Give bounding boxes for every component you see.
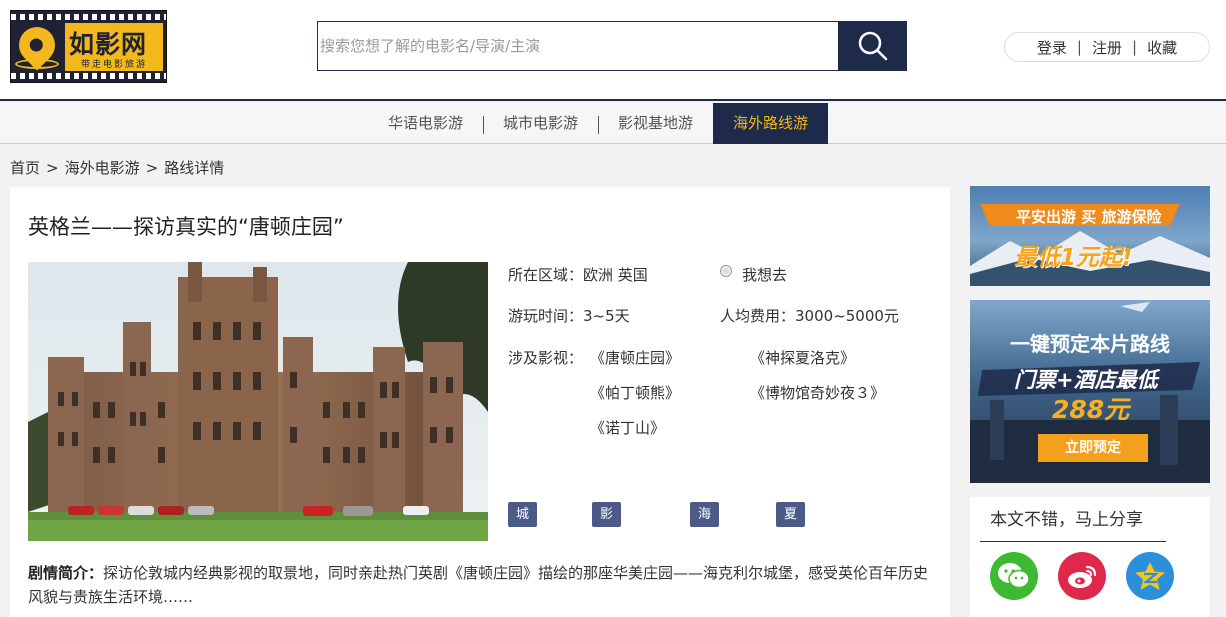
duration-value: 3~5天 <box>583 307 630 325</box>
region-label: 所在区域： <box>508 266 584 284</box>
synopsis-text: 探访伦敦城内经典影视的取景地，同时亲赴热门英剧《唐顿庄园》描绘的那座华美庄园——… <box>28 564 929 606</box>
duration-label: 游玩时间： <box>508 307 584 325</box>
wechat-share-button[interactable] <box>990 552 1038 600</box>
breadcrumb-separator: > <box>46 159 59 177</box>
film-strip-decoration <box>11 14 166 20</box>
book-now-button[interactable]: 立即预定 <box>1038 434 1148 462</box>
tag[interactable]: 夏季最佳 <box>776 502 806 597</box>
wechat-icon <box>998 563 1030 589</box>
insurance-ad-line1: 平安出游 买 旅游保险 <box>1016 208 1162 226</box>
breadcrumb-section[interactable]: 海外电影游 <box>65 159 140 177</box>
nav-item-chinese-films[interactable]: 华语电影游 <box>368 103 483 144</box>
main-nav: 华语电影游 城市电影游 影视基地游 海外路线游 <box>0 103 1226 144</box>
synopsis-label: 剧情简介： <box>28 564 104 582</box>
route-detail-card: 英格兰——探访真实的“唐顿庄园” 所在区域：欧洲 英国 我想去 游玩时间：3~5… <box>10 187 950 617</box>
weibo-icon <box>1068 565 1097 588</box>
nav-item-overseas-routes[interactable]: 海外路线游 <box>713 103 829 144</box>
region-value: 欧洲 英国 <box>583 266 648 284</box>
breadcrumb-separator: > <box>145 159 159 177</box>
search-input[interactable] <box>317 21 839 71</box>
breadcrumb-home[interactable]: 首页 <box>10 159 40 177</box>
films-label: 涉及影视： <box>508 349 584 367</box>
film-link[interactable]: 《诺丁山》 <box>590 417 665 438</box>
breadcrumb: 首页 > 海外电影游 > 路线详情 <box>10 157 224 178</box>
route-title: 英格兰——探访真实的“唐顿庄园” <box>28 215 344 239</box>
film-link[interactable]: 《帕丁顿熊》 <box>590 382 680 403</box>
login-link[interactable]: 登录 <box>1027 37 1077 58</box>
cost-label: 人均费用： <box>720 307 796 325</box>
site-logo[interactable]: 如影网 带走电影旅游 <box>10 10 167 83</box>
insurance-ad-line2: 最低1元起! <box>1014 245 1133 271</box>
qzone-share-button[interactable] <box>1126 552 1174 600</box>
register-link[interactable]: 注册 <box>1082 37 1132 58</box>
booking-ad-line1: 一键预定本片路线 <box>1010 332 1170 356</box>
want-go-label[interactable]: 我想去 <box>742 264 787 285</box>
tag[interactable]: 影视基地 <box>592 502 622 597</box>
search-button[interactable] <box>838 21 907 71</box>
qzone-icon <box>1135 562 1165 590</box>
booking-ad-price: 288元 <box>1052 395 1130 424</box>
film-link[interactable]: 《唐顿庄园》 <box>590 347 680 368</box>
synopsis: 剧情简介：探访伦敦城内经典影视的取景地，同时亲赴热门英剧《唐顿庄园》描绘的那座华… <box>28 561 938 609</box>
share-panel: 本文不错，马上分享 <box>970 497 1210 617</box>
tag[interactable]: 海外游 <box>690 502 720 572</box>
weibo-share-button[interactable] <box>1058 552 1106 600</box>
castle-photo <box>28 262 488 541</box>
logo-name: 如影网 <box>69 30 148 59</box>
share-title: 本文不错，马上分享 <box>980 507 1166 542</box>
favorites-link[interactable]: 收藏 <box>1137 37 1187 58</box>
castle-illustration <box>28 262 488 541</box>
duration-row: 游玩时间：3~5天 <box>508 305 630 326</box>
film-link[interactable]: 《神探夏洛克》 <box>750 347 855 368</box>
logo-slogan: 带走电影旅游 <box>81 60 148 70</box>
nav-item-city-films[interactable]: 城市电影游 <box>483 103 598 144</box>
insurance-ad-banner[interactable]: 平安出游 买 旅游保险 最低1元起! <box>970 186 1210 286</box>
breadcrumb-current: 路线详情 <box>164 159 225 177</box>
region-row: 所在区域：欧洲 英国 <box>508 264 648 285</box>
film-strip-decoration <box>11 73 166 79</box>
film-link[interactable]: 《博物馆奇妙夜３》 <box>750 382 885 403</box>
want-go-radio[interactable] <box>720 265 732 277</box>
booking-ad-banner[interactable]: 一键预定本片路线 门票+酒店最低 288元 立即预定 <box>970 300 1210 483</box>
user-links: 登录 | 注册 | 收藏 <box>1004 32 1210 62</box>
search-bar <box>317 21 907 71</box>
nav-item-film-bases[interactable]: 影视基地游 <box>598 103 713 144</box>
tag[interactable]: 城市游 <box>508 502 538 572</box>
site-header: 如影网 带走电影旅游 登录 | 注册 | 收藏 <box>0 0 1226 101</box>
cost-value: 3000~5000元 <box>795 307 899 325</box>
cost-row: 人均费用：3000~5000元 <box>720 305 899 326</box>
search-icon <box>858 31 887 61</box>
